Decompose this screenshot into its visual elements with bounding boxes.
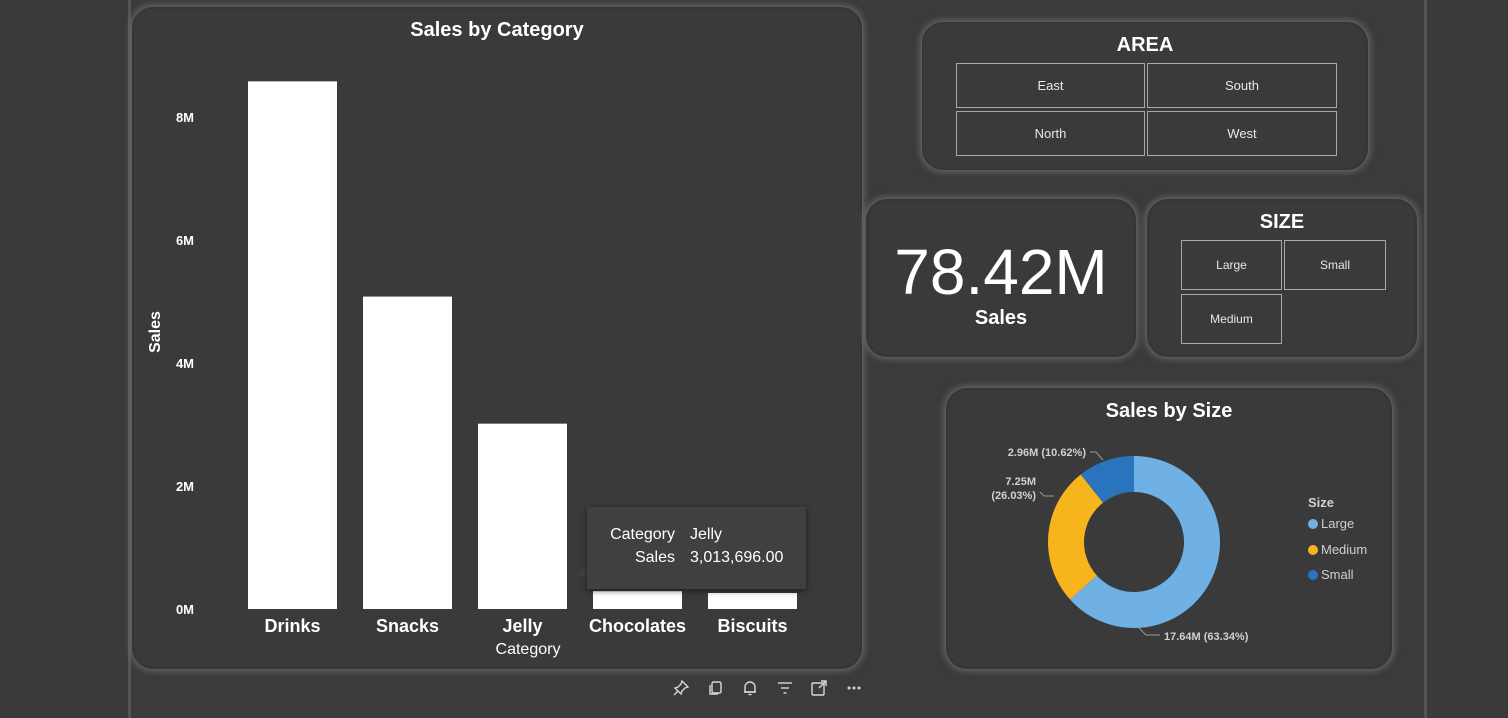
tooltip-row-category: Category Jelly: [587, 526, 806, 548]
y-tick-label: 0M: [176, 602, 194, 617]
y-tick-label: 6M: [176, 233, 194, 248]
legend-label: Medium: [1321, 542, 1368, 557]
legend-swatch: [1308, 544, 1318, 555]
size-option-large[interactable]: Large: [1181, 240, 1282, 290]
area-option-east[interactable]: East: [956, 63, 1145, 108]
page-margin-left: [0, 0, 131, 718]
focus-mode-icon[interactable]: [802, 676, 837, 700]
size-slicer-title: SIZE: [1259, 211, 1305, 233]
area-option-north[interactable]: North: [956, 111, 1145, 156]
data-label-medium: (26.03%): [991, 490, 1036, 502]
tooltip-value: 3,013,696.00: [690, 549, 784, 566]
x-tick-label: Jelly: [502, 616, 542, 636]
bar-chocolates[interactable]: [593, 591, 682, 609]
area-option-south[interactable]: South: [1147, 63, 1337, 108]
x-tick-label: Drinks: [264, 616, 320, 636]
area-option-west[interactable]: West: [1147, 111, 1337, 156]
tooltip-row-sales: Sales 3,013,696.00: [587, 549, 806, 571]
chart-tooltip: Category Jelly Sales 3,013,696.00: [587, 507, 806, 589]
kpi-label: Sales: [974, 307, 1028, 329]
legend-swatch: [1308, 518, 1318, 529]
pin-icon[interactable]: [664, 676, 699, 700]
legend-label: Large: [1321, 516, 1355, 531]
legend-title: Size: [1308, 495, 1335, 510]
leader-line: [1138, 627, 1160, 636]
legend-item-large[interactable]: Large: [1308, 516, 1354, 531]
bell-icon[interactable]: [733, 676, 768, 700]
tooltip-key: Sales: [634, 549, 675, 566]
sales-kpi-card[interactable]: 78.42M Sales: [865, 198, 1137, 358]
leader-line: [1090, 451, 1104, 461]
size-option-small[interactable]: Small: [1284, 240, 1386, 290]
legend-item-medium[interactable]: Medium: [1308, 542, 1367, 557]
data-label-medium: 7.25M: [1005, 476, 1036, 488]
visual-toolbar: [664, 676, 871, 700]
leader-line: [1039, 491, 1054, 497]
tooltip-key: Category: [610, 526, 675, 543]
bar-drinks[interactable]: [248, 81, 337, 609]
kpi-value: 78.42M: [894, 236, 1108, 308]
filter-icon[interactable]: [768, 676, 803, 700]
y-tick-label: 4M: [176, 356, 194, 371]
data-label-small: 2.96M (10.62%): [1008, 447, 1087, 459]
x-tick-label: Snacks: [376, 616, 439, 636]
area-slicer-title: AREA: [1116, 34, 1174, 56]
x-tick-label: Chocolates: [589, 616, 686, 636]
x-tick-label: Biscuits: [717, 616, 787, 636]
legend-label: Small: [1321, 567, 1354, 582]
legend-item-small[interactable]: Small: [1308, 567, 1354, 582]
data-label-large: 17.64M (63.34%): [1164, 631, 1249, 643]
copy-icon[interactable]: [699, 676, 734, 700]
x-axis-label: Category: [496, 641, 561, 658]
legend-swatch: [1308, 569, 1318, 580]
area-slicer: AREA East South North West: [921, 21, 1369, 171]
bar-snacks[interactable]: [363, 296, 452, 609]
tooltip-value: Jelly: [690, 526, 723, 543]
y-tick-label: 2M: [176, 479, 194, 494]
y-tick-label: 8M: [176, 110, 194, 125]
bar-jelly[interactable]: [478, 423, 567, 609]
size-slicer: SIZE Large Small Medium: [1146, 198, 1418, 358]
more-options-icon[interactable]: [837, 676, 872, 700]
sales-by-size-visual[interactable]: Sales by Size 17.64M (63.34%) 7.25M (26.03…: [945, 387, 1393, 670]
bar-biscuits[interactable]: [708, 593, 797, 609]
y-axis-label: Sales: [147, 311, 164, 353]
size-option-medium[interactable]: Medium: [1181, 294, 1282, 344]
page-margin-right: [1424, 0, 1508, 718]
